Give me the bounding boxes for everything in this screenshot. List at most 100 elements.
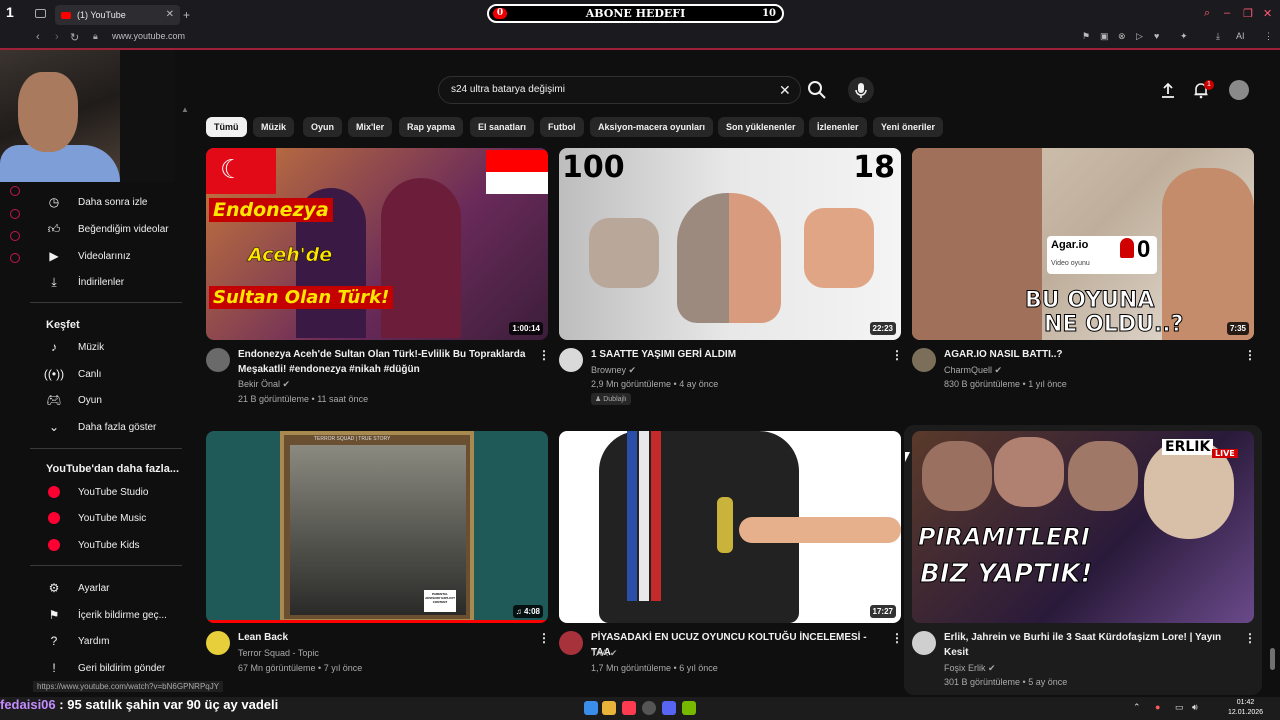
- adblock-icon[interactable]: ⊗: [1118, 31, 1126, 42]
- sidebar-item-youtube-kids[interactable]: YouTube Kids: [30, 533, 180, 557]
- heart-icon[interactable]: ♥: [1154, 31, 1159, 41]
- opera-gx-icon[interactable]: [622, 701, 636, 715]
- sidebar-item-music[interactable]: ♪ Müzik: [30, 335, 180, 359]
- ai-icon[interactable]: AI: [1236, 31, 1245, 41]
- channel-avatar[interactable]: [912, 631, 936, 655]
- sidebar-show-more[interactable]: ⌄ Daha fazla göster: [30, 415, 180, 439]
- chip-action-adventure[interactable]: Aksiyon-macera oyunları: [590, 117, 714, 137]
- video-menu-icon[interactable]: ⋮: [891, 348, 903, 362]
- chip-gaming[interactable]: Oyun: [303, 117, 343, 137]
- new-tab-icon[interactable]: +: [183, 8, 190, 22]
- search-tabs-icon[interactable]: ⌕: [1204, 7, 1210, 20]
- video-title[interactable]: Endonezya Aceh'de Sultan Olan Türk!-Evli…: [238, 347, 528, 377]
- menu-icon[interactable]: ⋮: [1264, 31, 1273, 42]
- search-input[interactable]: s24 ultra batarya değişimi: [451, 84, 565, 95]
- channel-avatar[interactable]: [559, 631, 583, 655]
- channel-avatar[interactable]: [206, 631, 230, 655]
- video-menu-icon[interactable]: ⋮: [538, 631, 550, 645]
- tray-chevron-icon[interactable]: ⌃: [1133, 702, 1141, 713]
- strip-settings-icon[interactable]: [10, 253, 20, 263]
- sidebar-item-youtube-studio[interactable]: YouTube Studio: [30, 480, 180, 504]
- video-title[interactable]: PİYASADAKİ EN UCUZ OYUNCU KOLTUĞU İNCELE…: [591, 630, 881, 660]
- clear-search-icon[interactable]: ✕: [779, 82, 791, 99]
- video-title[interactable]: Lean Back: [238, 630, 528, 645]
- strip-chat-icon[interactable]: [10, 231, 20, 241]
- chip-watched[interactable]: İzlenenler: [809, 117, 867, 137]
- video-thumbnail[interactable]: TERROR SQUAD | TRUE STORY PARENTAL ADVIS…: [206, 431, 548, 623]
- chip-rap[interactable]: Rap yapma: [399, 117, 464, 137]
- sidebar-item-liked[interactable]: 👍︎ Beğendiğim videolar: [30, 217, 180, 241]
- chip-recently-uploaded[interactable]: Son yüklenenler: [718, 117, 804, 137]
- account-avatar[interactable]: [1229, 80, 1249, 100]
- sidebar-item-live[interactable]: ((•)) Canlı: [30, 362, 180, 386]
- reload-icon[interactable]: ↻: [70, 31, 79, 44]
- downloads-icon[interactable]: ⤓: [1216, 31, 1220, 42]
- scrollbar-thumb[interactable]: [1270, 648, 1275, 670]
- video-menu-icon[interactable]: ⋮: [1244, 348, 1256, 362]
- close-window-icon[interactable]: ✕: [1263, 7, 1272, 20]
- sidebar-item-your-videos[interactable]: ▶ Videolarınız: [30, 244, 180, 268]
- sidebar-item-feedback[interactable]: ! Geri bildirim gönder: [30, 656, 180, 680]
- bookmark-icon[interactable]: ⚑: [1082, 31, 1090, 42]
- sidebar-item-report-history[interactable]: ⚑ İçerik bildirme geç...: [30, 603, 180, 627]
- strip-up-icon[interactable]: ▲: [181, 105, 189, 114]
- channel-name[interactable]: TAA ✔︎: [591, 648, 617, 659]
- app-icon[interactable]: [642, 701, 656, 715]
- video-title[interactable]: AGAR.IO NASIL BATTI..?: [944, 347, 1234, 362]
- channel-name[interactable]: CharmQuell ✔︎: [944, 365, 1002, 376]
- screenshot-icon[interactable]: ▣: [1100, 31, 1109, 42]
- nvidia-icon[interactable]: [682, 701, 696, 715]
- video-title[interactable]: 1 SAATTE YAŞIMI GERİ ALDIM: [591, 347, 881, 362]
- maximize-icon[interactable]: ❐: [1243, 7, 1253, 20]
- channel-avatar[interactable]: [206, 348, 230, 372]
- chip-new-to-you[interactable]: Yeni öneriler: [873, 117, 944, 137]
- discord-icon[interactable]: [662, 701, 676, 715]
- sidebar-item-gaming[interactable]: 🎮︎ Oyun: [30, 388, 180, 412]
- video-thumbnail[interactable]: 100 18 22:23: [559, 148, 901, 340]
- video-title[interactable]: Erlik, Jahrein ve Burhi ile 3 Saat Kürdo…: [944, 630, 1234, 660]
- chip-all[interactable]: Tümü: [206, 117, 247, 137]
- search-box[interactable]: s24 ultra batarya değişimi ✕: [438, 76, 801, 104]
- channel-avatar[interactable]: [559, 348, 583, 372]
- channel-name[interactable]: Foşix Erlik ✔︎: [944, 663, 996, 674]
- extensions-icon[interactable]: ✦: [1180, 31, 1188, 42]
- tray-network-icon[interactable]: ▭: [1175, 702, 1184, 713]
- strip-play-icon[interactable]: [10, 186, 20, 196]
- channel-name[interactable]: Browney ✔︎: [591, 365, 636, 376]
- sidebar-item-help[interactable]: ? Yardım: [30, 629, 180, 653]
- video-thumbnail[interactable]: ☾ Endonezya Aceh'de Sultan Olan Türk! 1:…: [206, 148, 548, 340]
- file-explorer-icon[interactable]: [602, 701, 616, 715]
- upload-icon[interactable]: [1159, 81, 1177, 99]
- tab-youtube[interactable]: (1) YouTube ✕: [55, 5, 180, 25]
- video-thumbnail[interactable]: Agar.io Video oyunu 0 BU OYUNA NE OLDU..…: [912, 148, 1254, 340]
- sidebar-item-settings[interactable]: ⚙ Ayarlar: [30, 576, 180, 600]
- channel-name[interactable]: Terror Squad - Topic: [238, 648, 319, 658]
- sidebar-item-youtube-music[interactable]: YouTube Music: [30, 506, 180, 530]
- video-thumbnail[interactable]: 17:27: [559, 431, 901, 623]
- chip-music[interactable]: Müzik: [253, 117, 295, 137]
- windows-start-icon[interactable]: [584, 701, 598, 715]
- voice-search-button[interactable]: [848, 77, 874, 103]
- forward-icon[interactable]: ›: [55, 31, 59, 43]
- sidebar-toggle-icon[interactable]: [35, 9, 46, 18]
- sidebar-item-watch-later[interactable]: ◷ Daha sonra izle: [30, 190, 180, 214]
- minimize-icon[interactable]: –: [1224, 7, 1230, 19]
- taskbar-clock[interactable]: 01:42 12.01.2026: [1228, 698, 1263, 718]
- chip-mixes[interactable]: Mix'ler: [348, 117, 393, 137]
- chip-football[interactable]: Futbol: [540, 117, 584, 137]
- tray-volume-icon[interactable]: 🔊︎: [1192, 702, 1198, 713]
- strip-history-icon[interactable]: [10, 209, 20, 219]
- chip-crafts[interactable]: El sanatları: [470, 117, 535, 137]
- video-thumbnail[interactable]: ERLIK LIVE PIRAMITLERI BIZ YAPTIK!: [912, 431, 1254, 623]
- player-icon[interactable]: ▷: [1136, 31, 1143, 42]
- video-menu-icon[interactable]: ⋮: [538, 348, 550, 362]
- back-icon[interactable]: ‹: [36, 31, 40, 43]
- tray-mic-icon[interactable]: ●: [1155, 702, 1160, 712]
- channel-avatar[interactable]: [912, 348, 936, 372]
- tab-close-icon[interactable]: ✕: [166, 9, 174, 20]
- channel-name[interactable]: Bekir Önal ✔︎: [238, 379, 290, 390]
- search-icon[interactable]: [805, 78, 829, 102]
- sidebar-item-downloads[interactable]: ⤓ İndirilenler: [30, 270, 180, 294]
- url-text[interactable]: www.youtube.com: [112, 31, 185, 41]
- video-menu-icon[interactable]: ⋮: [1244, 631, 1256, 645]
